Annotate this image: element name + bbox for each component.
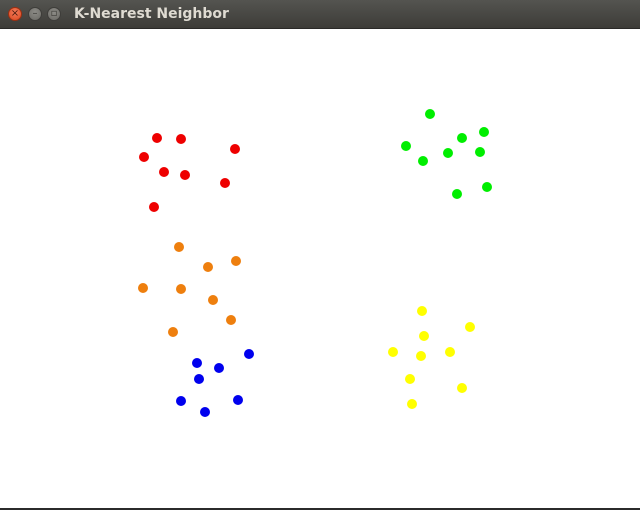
red-point-5 xyxy=(159,167,169,177)
orange-point-6 xyxy=(208,295,218,305)
window-titlebar[interactable]: × – ▫ K-Nearest Neighbor xyxy=(0,0,640,29)
orange-point-5 xyxy=(176,284,186,294)
point-group-blue xyxy=(176,349,254,417)
red-point-3 xyxy=(230,144,240,154)
orange-point-7 xyxy=(226,315,236,325)
orange-point-2 xyxy=(231,256,241,266)
blue-point-3 xyxy=(214,363,224,373)
green-point-4 xyxy=(401,141,411,151)
orange-point-4 xyxy=(138,283,148,293)
blue-point-1 xyxy=(244,349,254,359)
yellow-point-7 xyxy=(405,374,415,384)
green-point-5 xyxy=(443,148,453,158)
blue-point-2 xyxy=(192,358,202,368)
yellow-point-5 xyxy=(445,347,455,357)
green-point-3 xyxy=(457,133,467,143)
green-point-7 xyxy=(418,156,428,166)
minimize-icon: – xyxy=(32,8,38,19)
orange-point-1 xyxy=(174,242,184,252)
maximize-icon: ▫ xyxy=(50,8,58,19)
window-title: K-Nearest Neighbor xyxy=(74,6,229,22)
yellow-point-3 xyxy=(419,331,429,341)
red-point-4 xyxy=(139,152,149,162)
point-group-red xyxy=(139,133,240,212)
red-point-2 xyxy=(176,134,186,144)
yellow-point-6 xyxy=(416,351,426,361)
blue-point-5 xyxy=(176,396,186,406)
green-point-6 xyxy=(475,147,485,157)
orange-point-8 xyxy=(168,327,178,337)
green-point-9 xyxy=(452,189,462,199)
point-group-orange xyxy=(138,242,241,337)
window-minimize-button[interactable]: – xyxy=(28,7,42,21)
yellow-point-2 xyxy=(465,322,475,332)
app-window: × – ▫ K-Nearest Neighbor xyxy=(0,0,640,510)
green-point-2 xyxy=(479,127,489,137)
yellow-point-9 xyxy=(407,399,417,409)
green-point-1 xyxy=(425,109,435,119)
red-point-1 xyxy=(152,133,162,143)
yellow-point-4 xyxy=(388,347,398,357)
orange-point-3 xyxy=(203,262,213,272)
window-maximize-button[interactable]: ▫ xyxy=(47,7,61,21)
green-point-8 xyxy=(482,182,492,192)
red-point-6 xyxy=(180,170,190,180)
point-group-green xyxy=(401,109,492,199)
window-close-button[interactable]: × xyxy=(8,7,22,21)
yellow-point-1 xyxy=(417,306,427,316)
point-group-yellow xyxy=(388,306,475,409)
red-point-8 xyxy=(149,202,159,212)
blue-point-6 xyxy=(233,395,243,405)
blue-point-4 xyxy=(194,374,204,384)
red-point-7 xyxy=(220,178,230,188)
plot-canvas[interactable] xyxy=(0,29,640,509)
yellow-point-8 xyxy=(457,383,467,393)
blue-point-7 xyxy=(200,407,210,417)
close-icon: × xyxy=(10,8,20,19)
